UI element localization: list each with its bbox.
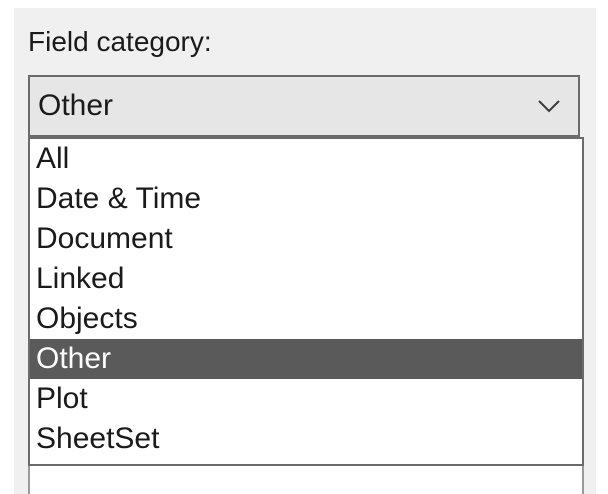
field-category-selected-value: Other <box>38 89 114 122</box>
field-category-dropdown[interactable]: Other <box>28 75 580 137</box>
option-all[interactable]: All <box>30 139 582 179</box>
chevron-down-icon[interactable] <box>536 93 562 119</box>
field-names-list[interactable] <box>28 466 584 494</box>
field-category-options-list: All Date & Time Document Linked Objects … <box>28 137 584 466</box>
option-sheetset[interactable]: SheetSet <box>30 419 582 459</box>
option-plot[interactable]: Plot <box>30 379 582 419</box>
option-date-time[interactable]: Date & Time <box>30 179 582 219</box>
option-objects[interactable]: Objects <box>30 299 582 339</box>
field-category-label: Field category: <box>28 26 212 57</box>
option-other[interactable]: Other <box>30 339 582 379</box>
option-document[interactable]: Document <box>30 219 582 259</box>
option-linked[interactable]: Linked <box>30 259 582 299</box>
